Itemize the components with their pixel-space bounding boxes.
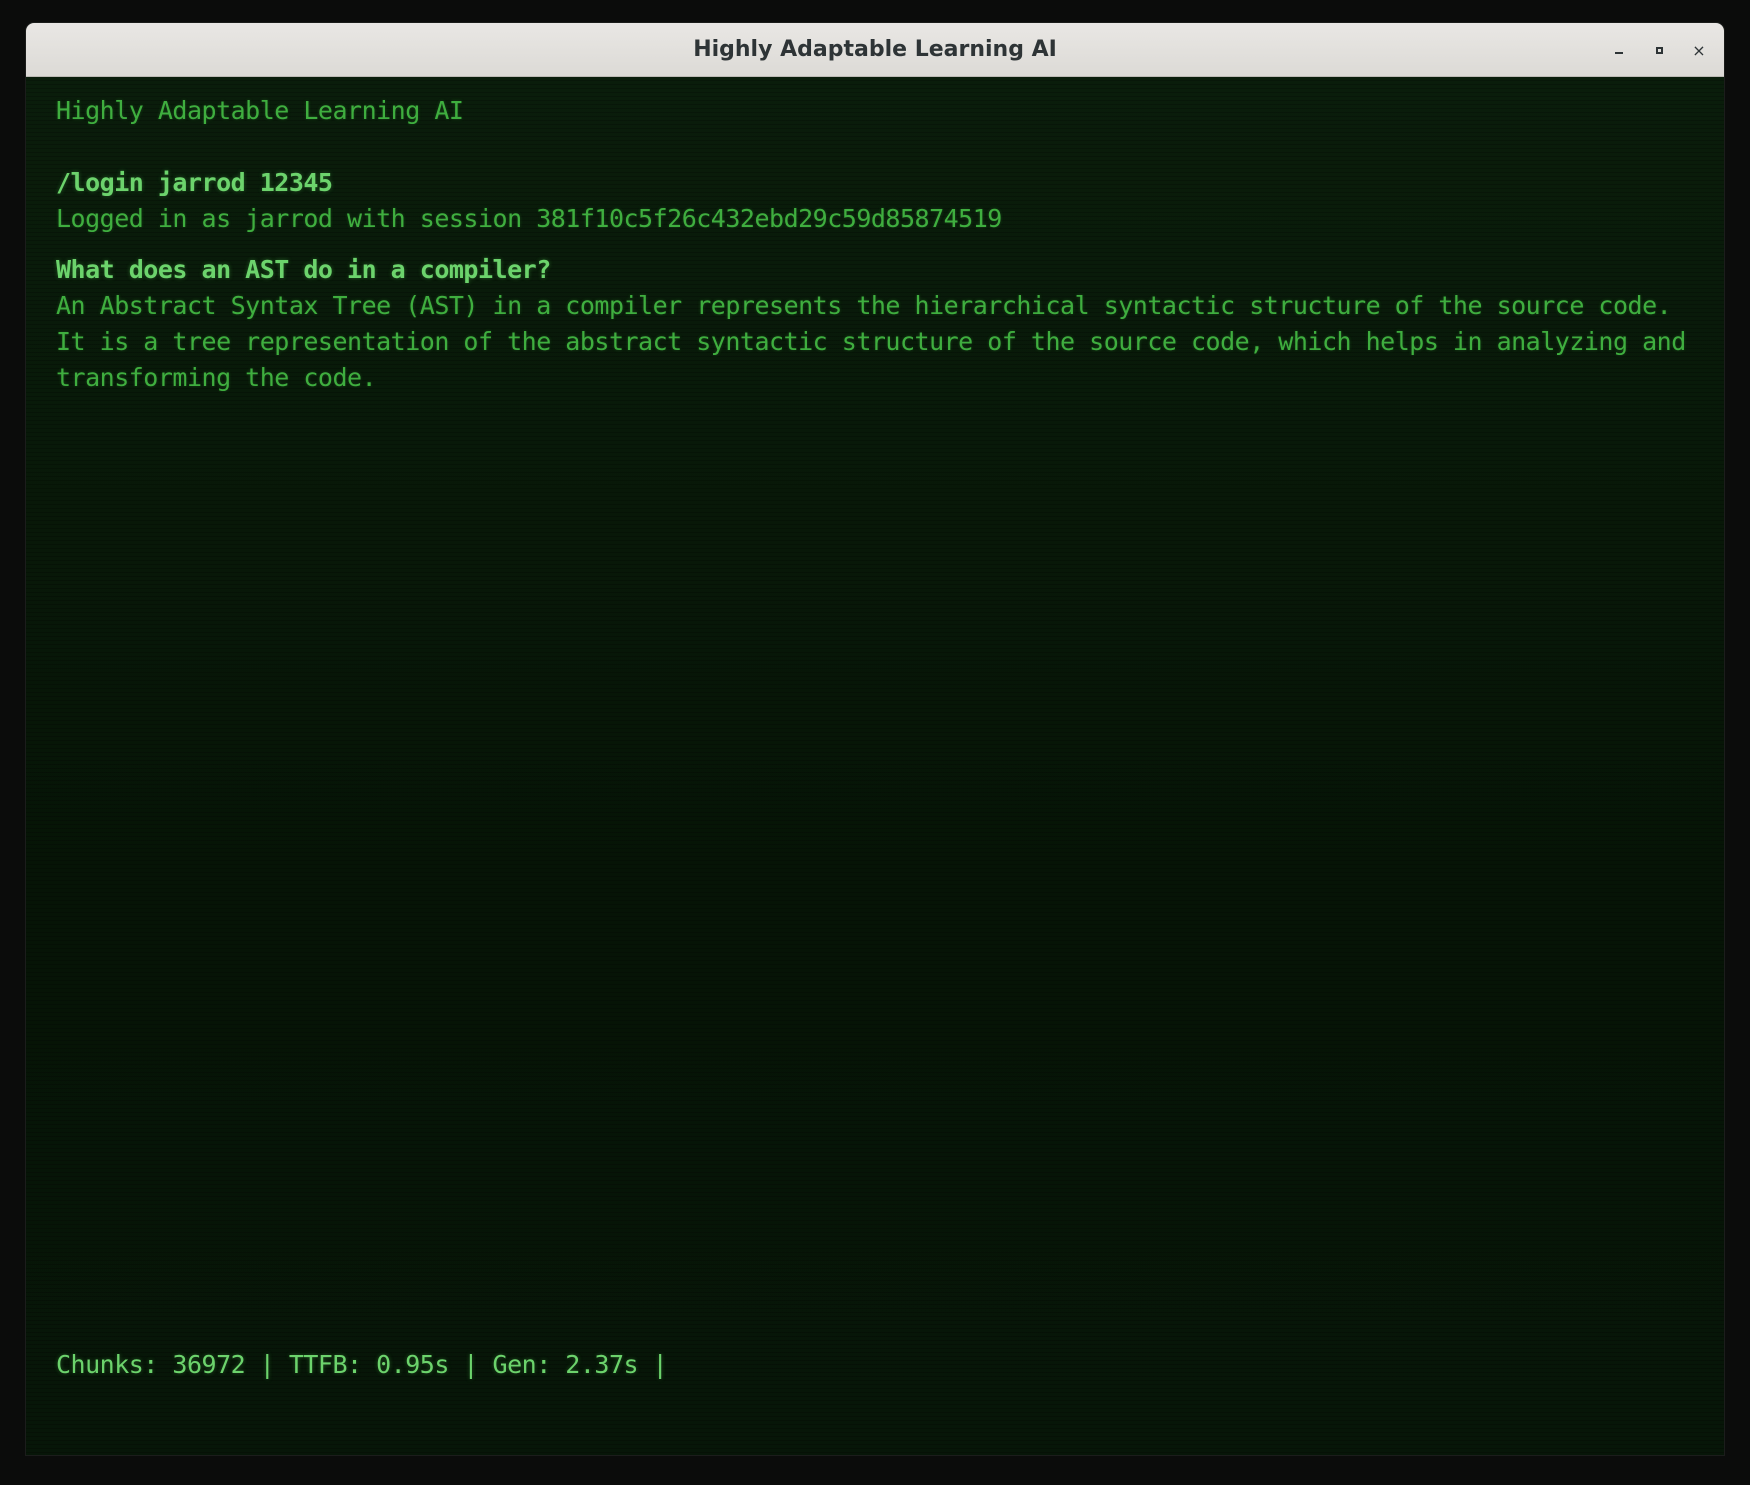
status-line: Chunks: 36972 | TTFB: 0.95s | Gen: 2.37s… [56,1350,668,1379]
maximize-icon [1655,46,1663,54]
maximize-button[interactable] [1645,36,1673,64]
close-icon: × [1692,40,1706,60]
window-title: Highly Adaptable Learning AI [693,37,1057,62]
answer-line-2: It is a tree representation of the abstr… [56,327,1686,356]
answer-line-1: An Abstract Syntax Tree (AST) in a compi… [56,291,1672,320]
user-question: What does an AST do in a compiler? [56,255,551,284]
minimize-icon [1615,52,1623,54]
terminal-output[interactable]: Highly Adaptable Learning AI /login jarr… [26,77,1724,1455]
app-window: Highly Adaptable Learning AI × Highly Ad… [26,23,1724,1455]
close-button[interactable]: × [1685,36,1713,64]
banner-text: Highly Adaptable Learning AI [56,96,464,125]
login-response: Logged in as jarrod with session 381f10c… [56,204,1002,233]
title-bar[interactable]: Highly Adaptable Learning AI × [26,23,1724,77]
answer-line-3: transforming the code. [56,363,377,392]
minimize-button[interactable] [1605,36,1633,64]
login-command: /login jarrod 12345 [56,168,333,197]
